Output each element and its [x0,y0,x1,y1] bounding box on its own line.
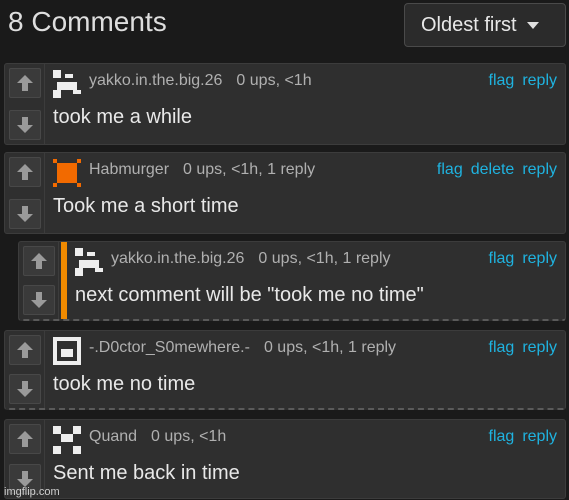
comment-card: -.D0ctor_S0mewhere.- 0 ups, <1h, 1 reply … [4,330,566,410]
comment-meta: yakko.in.the.big.26 0 ups, <1h, 1 reply [111,250,391,268]
comment-stats: 0 ups, <1h, 1 reply [258,250,391,267]
arrow-down-icon [17,381,33,397]
sort-dropdown[interactable]: Oldest first [404,3,566,47]
reply-comment-card: yakko.in.the.big.26 0 ups, <1h, 1 reply f… [18,241,566,321]
comment-text: Sent me back in time [53,462,240,484]
flag-link[interactable]: flag [489,428,515,445]
reply-link[interactable]: reply [522,161,557,178]
flag-link[interactable]: flag [489,339,515,356]
comment-stats: 0 ups, <1h, 1 reply [263,339,397,356]
upvote-button[interactable] [9,424,41,454]
comment-meta: Habmurger 0 ups, <1h, 1 reply [89,161,315,179]
comment-actions: flag reply [481,72,557,90]
arrow-up-icon [31,253,47,269]
downvote-button[interactable] [23,285,55,315]
comment-text: took me no time [53,373,196,395]
arrow-up-icon [17,342,33,358]
username-link[interactable]: Habmurger [89,161,169,178]
reply-link[interactable]: reply [522,339,557,356]
comment-meta: yakko.in.the.big.26 0 ups, <1h [89,72,312,90]
user-avatar[interactable] [53,70,81,98]
reply-link[interactable]: reply [522,72,557,89]
comment-stats: 0 ups, <1h [151,428,227,445]
comment-actions: flag reply [481,428,557,446]
arrow-up-icon [17,431,33,447]
arrow-up-icon [17,75,33,91]
downvote-button[interactable] [9,110,41,140]
caret-down-icon [526,21,539,29]
comments-count-title: 8 Comments [8,6,167,37]
downvote-button[interactable] [9,374,41,404]
vote-column [5,331,45,408]
username-link[interactable]: yakko.in.the.big.26 [89,72,222,89]
comment-actions: flag reply [481,339,557,357]
sort-label: Oldest first [421,13,517,36]
comment-text: Took me a short time [53,195,239,217]
comment-actions: flag reply [481,250,557,268]
upvote-button[interactable] [9,157,41,187]
comment-card: Quand 0 ups, <1h flag reply Sent me back i… [4,419,566,499]
reply-link[interactable]: reply [522,428,557,445]
flag-link[interactable]: flag [437,161,463,178]
user-avatar[interactable] [53,337,81,365]
vote-column [19,242,59,319]
imgflip-watermark: imgflip.com [4,486,60,498]
comment-stats: 0 ups, <1h, 1 reply [183,161,316,178]
comment-card: yakko.in.the.big.26 0 ups, <1h flag reply … [4,63,566,145]
reply-link[interactable]: reply [522,250,557,267]
upvote-button[interactable] [9,335,41,365]
comment-text: took me a while [53,106,192,128]
user-avatar[interactable] [53,426,81,454]
flag-link[interactable]: flag [489,250,515,267]
comment-stats: 0 ups, <1h [236,72,312,89]
delete-link[interactable]: delete [471,161,515,178]
comment-text: next comment will be "took me no time" [75,284,424,306]
upvote-button[interactable] [9,68,41,98]
user-avatar[interactable] [75,248,103,276]
vote-column [5,153,45,233]
username-link[interactable]: -.D0ctor_S0mewhere.- [89,339,250,356]
upvote-button[interactable] [23,246,55,276]
vote-column [5,64,45,144]
arrow-down-icon [31,292,47,308]
username-link[interactable]: yakko.in.the.big.26 [111,250,244,267]
comment-card: Habmurger 0 ups, <1h, 1 reply flag delete r… [4,152,566,234]
downvote-button[interactable] [9,199,41,229]
comment-meta: Quand 0 ups, <1h [89,428,226,446]
username-link[interactable]: Quand [89,428,137,445]
comments-header: 8 Comments Oldest first [0,0,569,56]
arrow-down-icon [17,117,33,133]
arrow-up-icon [17,164,33,180]
comment-actions: flag delete reply [429,161,557,179]
arrow-down-icon [17,206,33,222]
reply-indicator-bar [61,242,67,319]
user-avatar[interactable] [53,159,81,187]
comment-meta: -.D0ctor_S0mewhere.- 0 ups, <1h, 1 reply [89,339,396,357]
flag-link[interactable]: flag [489,72,515,89]
